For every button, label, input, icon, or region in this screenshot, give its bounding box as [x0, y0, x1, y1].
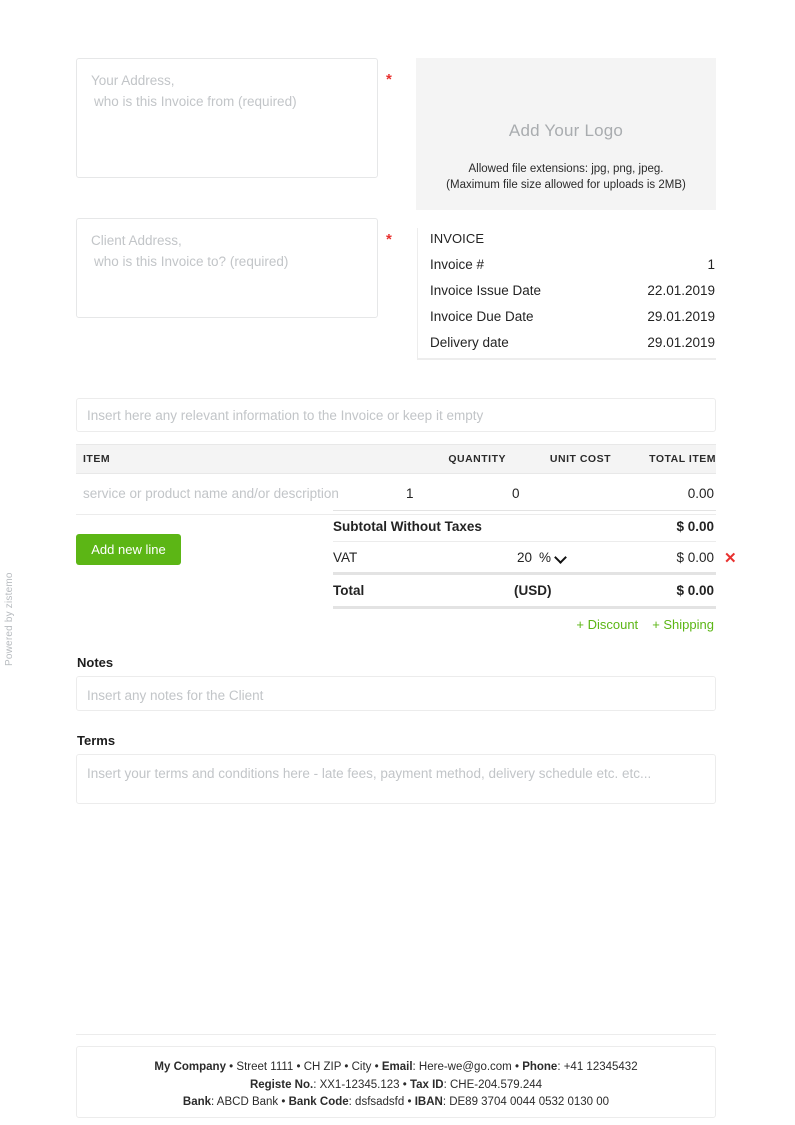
meta-value-invoice-number[interactable]: 1 — [707, 257, 716, 272]
footer-line-2: Registe No.: XX1-12345.123 • Tax ID: CHE… — [77, 1077, 715, 1095]
footer-iban-value: : DE89 3704 0044 0532 0130 00 — [443, 1096, 609, 1108]
header-item: ITEM — [76, 445, 401, 474]
total-currency[interactable]: (USD) — [501, 583, 624, 598]
vat-rate-group[interactable]: 20 % — [501, 550, 624, 565]
notes-input[interactable] — [76, 676, 716, 711]
cell-quantity[interactable]: 1 — [401, 474, 506, 515]
subtotal-value: $ 0.00 — [624, 519, 716, 534]
client-address-field[interactable]: Client Address, who is this Invoice to? … — [76, 218, 378, 318]
line-items-header-row: ITEM QUANTITY UNIT COST TOTAL ITEM — [76, 445, 716, 474]
footer-tax-value: : CHE-204.579.244 — [444, 1079, 542, 1091]
cell-unit-cost[interactable]: 0 — [506, 474, 611, 515]
header-unit-cost: UNIT COST — [506, 445, 611, 474]
table-row[interactable]: service or product name and/or descripti… — [76, 474, 716, 515]
logo-upload-title: Add Your Logo — [509, 121, 623, 141]
meta-row-delivery-date[interactable]: Delivery date 29.01.2019 — [418, 330, 716, 356]
footer-street: • Street 1111 • CH ZIP • City • — [226, 1061, 382, 1073]
header-quantity: QUANTITY — [401, 445, 506, 474]
powered-by-label: Powered by zistemo — [4, 652, 15, 666]
add-shipping-link[interactable]: + Shipping — [652, 617, 714, 632]
cell-item-description[interactable]: service or product name and/or descripti… — [76, 474, 401, 515]
total-label: Total — [333, 583, 501, 598]
subtotal-label: Subtotal Without Taxes — [333, 519, 501, 534]
meta-label-delivery-date: Delivery date — [430, 335, 509, 350]
vat-row[interactable]: VAT 20 % $ 0.00 ✕ — [333, 542, 716, 575]
footer-phone-value: : +41 12345432 — [557, 1061, 637, 1073]
logo-hint-line1: Allowed file extensions: jpg, png, jpeg. — [420, 161, 712, 177]
footer-register-label: Registe No. — [250, 1079, 313, 1091]
meta-row-issue-date[interactable]: Invoice Issue Date 22.01.2019 — [418, 278, 716, 304]
meta-label-invoice-number: Invoice # — [430, 257, 484, 272]
footer-bankcode-value: : dsfsadsfd • — [349, 1096, 415, 1108]
terms-label: Terms — [77, 733, 115, 748]
invoice-info-input[interactable] — [76, 398, 716, 432]
logo-upload-hint: Allowed file extensions: jpg, png, jpeg.… — [420, 161, 712, 193]
meta-label-issue-date: Invoice Issue Date — [430, 283, 541, 298]
meta-value-issue-date[interactable]: 22.01.2019 — [647, 283, 716, 298]
footer-email-value: : Here-we@go.com • — [413, 1061, 523, 1073]
footer-bank-value: : ABCD Bank • — [211, 1096, 289, 1108]
header-total-item: TOTAL ITEM — [611, 445, 716, 474]
footer-tax-label: Tax ID — [410, 1079, 444, 1091]
client-required-marker: * — [386, 232, 392, 247]
terms-input[interactable] — [76, 754, 716, 804]
invoice-meta-table: INVOICE Invoice # 1 Invoice Issue Date 2… — [417, 228, 716, 360]
cell-total-item: 0.00 — [611, 474, 716, 515]
add-new-line-button[interactable]: Add new line — [76, 534, 181, 565]
footer-iban-label: IBAN — [415, 1096, 443, 1108]
chevron-down-icon[interactable] — [556, 552, 567, 563]
company-footer[interactable]: My Company • Street 1111 • CH ZIP • City… — [76, 1046, 716, 1118]
footer-bankcode-label: Bank Code — [289, 1096, 349, 1108]
meta-label-due-date: Invoice Due Date — [430, 309, 534, 324]
footer-email-label: Email — [382, 1061, 413, 1073]
sender-address-line1: Your Address, — [91, 71, 363, 92]
meta-row-due-date[interactable]: Invoice Due Date 29.01.2019 — [418, 304, 716, 330]
notes-label: Notes — [77, 655, 113, 670]
logo-hint-line2: (Maximum file size allowed for uploads i… — [420, 177, 712, 193]
total-row: Total (USD) $ 0.00 — [333, 575, 716, 609]
invoice-meta-title: INVOICE — [418, 228, 716, 252]
footer-phone-label: Phone — [522, 1061, 557, 1073]
client-address-line2: who is this Invoice to? (required) — [91, 252, 363, 273]
sender-required-marker: * — [386, 72, 392, 87]
delete-vat-icon[interactable]: ✕ — [724, 551, 737, 566]
totals-action-links: + Discount + Shipping — [333, 609, 716, 632]
meta-value-due-date[interactable]: 29.01.2019 — [647, 309, 716, 324]
add-discount-link[interactable]: + Discount — [576, 617, 638, 632]
meta-row-invoice-number[interactable]: Invoice # 1 — [418, 252, 716, 278]
client-address-line1: Client Address, — [91, 231, 363, 252]
subtotal-row: Subtotal Without Taxes $ 0.00 — [333, 510, 716, 542]
sender-address-field[interactable]: Your Address, who is this Invoice from (… — [76, 58, 378, 178]
footer-line-3: Bank: ABCD Bank • Bank Code: dsfsadsfd •… — [77, 1094, 715, 1112]
footer-register-value: : XX1-12345.123 • — [313, 1079, 410, 1091]
logo-upload-area[interactable]: Add Your Logo Allowed file extensions: j… — [416, 58, 716, 210]
line-items-table: ITEM QUANTITY UNIT COST TOTAL ITEM servi… — [76, 444, 716, 515]
sender-address-line2: who is this Invoice from (required) — [91, 92, 363, 113]
footer-line-1: My Company • Street 1111 • CH ZIP • City… — [77, 1059, 715, 1077]
totals-block: Subtotal Without Taxes $ 0.00 VAT 20 % $… — [333, 510, 716, 632]
vat-rate-input[interactable]: 20 — [501, 550, 539, 565]
meta-value-delivery-date[interactable]: 29.01.2019 — [647, 335, 716, 350]
vat-label[interactable]: VAT — [333, 550, 501, 565]
footer-company-name: My Company — [154, 1061, 226, 1073]
total-value: $ 0.00 — [624, 583, 716, 598]
invoice-page: Your Address, who is this Invoice from (… — [76, 0, 716, 1125]
footer-bank-label: Bank — [183, 1096, 211, 1108]
vat-value: $ 0.00 — [624, 550, 716, 565]
footer-divider — [76, 1034, 716, 1035]
